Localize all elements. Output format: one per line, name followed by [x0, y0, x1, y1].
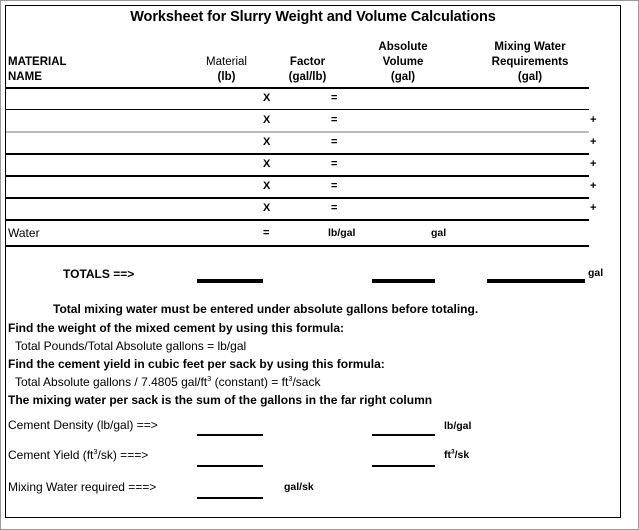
row-1-equals-symbol: =: [331, 92, 338, 104]
row-1-multiply-symbol: X: [263, 92, 271, 104]
row-4-equals-symbol: =: [331, 158, 338, 170]
note-yield-formula: Total Absolute gallons / 7.4805 gal/ft3 …: [15, 375, 321, 389]
cement-yield-blank-2[interactable]: [372, 465, 435, 467]
cement-yield-label: Cement Yield (ft3/sk) ===>: [8, 448, 149, 462]
row-5-equals-symbol: =: [331, 180, 338, 192]
cement-density-blank-2[interactable]: [372, 434, 435, 436]
row-4-multiply-symbol: X: [263, 158, 271, 170]
note-weight-formula: Total Pounds/Total Absolute gallons = lb…: [15, 339, 247, 353]
header-absolute-line3: (gal): [390, 71, 416, 83]
row-2-rule: [6, 131, 589, 133]
totals-material-blank[interactable]: [197, 279, 263, 283]
header-material-line2: (lb): [217, 71, 236, 83]
water-row-factor-unit: lb/gal: [328, 227, 356, 239]
header-mixing-water-line3: (gal): [517, 71, 543, 83]
row-3-plus-symbol: +: [590, 136, 597, 148]
note-weight-heading: Find the weight of the mixed cement by u…: [8, 321, 345, 335]
cement-density-blank-1[interactable]: [197, 434, 263, 436]
cement-yield-label-part-b: /sk) ===>: [97, 448, 149, 462]
header-factor-line2: (gal/lb): [288, 71, 327, 83]
water-row-rule: [6, 245, 589, 247]
row-4-plus-symbol: +: [590, 158, 597, 170]
row-6-rule: [6, 219, 589, 221]
cement-yield-unit: ft3/sk: [444, 449, 470, 461]
header-material-line1: Material: [206, 56, 247, 68]
water-row-label: Water: [8, 226, 40, 240]
row-5-plus-symbol: +: [590, 180, 597, 192]
row-5-rule: [6, 197, 589, 199]
header-bottom-rule: [6, 87, 589, 89]
note-center-text: Total mixing water must be entered under…: [53, 302, 479, 316]
note-yield-formula-part-b: (constant) = ft: [211, 375, 289, 389]
cement-yield-unit-part-a: ft: [444, 449, 451, 461]
mixing-water-required-label: Mixing Water required ===>: [8, 480, 157, 494]
header-mixing-water-line2: Requirements: [491, 56, 569, 68]
row-1-rule: [6, 109, 589, 110]
row-2-multiply-symbol: X: [263, 114, 271, 126]
cement-density-label: Cement Density (lb/gal) ==>: [8, 418, 158, 432]
header-material-name-line2: NAME: [8, 71, 42, 83]
note-yield-heading: Find the cement yield in cubic feet per …: [8, 357, 385, 371]
row-3-multiply-symbol: X: [263, 136, 271, 148]
header-material-name-line1: MATERIAL: [8, 56, 67, 68]
totals-label: TOTALS ==>: [63, 267, 135, 281]
row-3-rule: [6, 153, 589, 155]
row-2-equals-symbol: =: [331, 114, 338, 126]
water-row-volume-unit: gal: [431, 227, 447, 239]
cement-yield-unit-part-b: /sk: [454, 449, 470, 461]
note-mixing-water-text: The mixing water per sack is the sum of …: [8, 393, 433, 407]
totals-right-unit: gal: [588, 267, 604, 279]
row-3-equals-symbol: =: [331, 136, 338, 148]
row-4-rule: [6, 175, 589, 177]
row-6-multiply-symbol: X: [263, 202, 271, 214]
totals-mixing-water-blank[interactable]: [487, 279, 585, 283]
mixing-water-required-unit: gal/sk: [284, 481, 314, 493]
header-absolute-line1: Absolute: [378, 41, 428, 53]
page-title: Worksheet for Slurry Weight and Volume C…: [130, 9, 496, 25]
row-6-equals-symbol: =: [331, 202, 338, 214]
header-absolute-line2: Volume: [382, 56, 424, 68]
cement-yield-label-part-a: Cement Yield (ft: [8, 448, 94, 462]
row-5-multiply-symbol: X: [263, 180, 271, 192]
note-yield-formula-part-a: Total Absolute gallons / 7.4805 gal/ft: [15, 375, 208, 389]
row-6-plus-symbol: +: [590, 202, 597, 214]
cement-density-unit: lb/gal: [444, 420, 472, 432]
header-factor-line1: Factor: [289, 56, 326, 68]
cement-yield-blank-1[interactable]: [197, 465, 263, 467]
mixing-water-required-blank[interactable]: [197, 497, 263, 499]
totals-absolute-volume-blank[interactable]: [372, 279, 435, 283]
row-2-plus-symbol: +: [590, 114, 597, 126]
water-row-equals-symbol: =: [263, 227, 270, 239]
worksheet-page: Worksheet for Slurry Weight and Volume C…: [0, 0, 639, 530]
header-mixing-water-line1: Mixing Water: [494, 41, 566, 53]
note-yield-formula-part-c: /sack: [292, 375, 321, 389]
